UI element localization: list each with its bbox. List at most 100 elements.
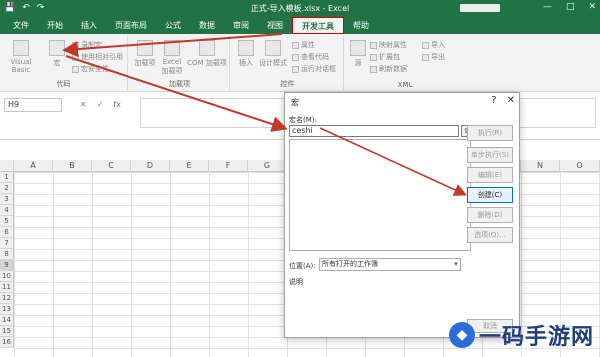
watermark-logo-icon: ◆	[448, 322, 475, 348]
run-dialog-icon	[292, 65, 299, 73]
formula-controls: ✕ ✓ fx	[80, 100, 121, 109]
properties-icon	[292, 41, 299, 49]
dialog-title: 宏	[291, 98, 299, 107]
dialog-close-button[interactable]: ✕	[507, 95, 515, 106]
delete-button[interactable]: 删除(D)	[467, 207, 513, 223]
row-header[interactable]: 10	[0, 271, 14, 282]
row-header[interactable]: 12	[0, 293, 14, 304]
insert-control-button[interactable]: 插入	[236, 40, 256, 68]
row-header[interactable]: 7	[0, 238, 14, 249]
xml-group-label: XML	[397, 81, 413, 89]
tab-page-layout[interactable]: 页面布局	[106, 17, 156, 34]
tab-help[interactable]: 帮助	[344, 17, 378, 34]
addins-button[interactable]: 加载项	[134, 40, 156, 68]
addins-icon	[137, 40, 153, 56]
record-macro-button[interactable]: 录制宏	[72, 40, 102, 50]
column-header[interactable]: A	[14, 160, 53, 172]
macros-icon	[49, 40, 65, 56]
insert-control-icon	[238, 40, 254, 56]
refresh-icon	[370, 65, 377, 73]
map-properties-icon	[370, 41, 377, 49]
create-button[interactable]: 创建(C)	[467, 187, 513, 203]
step-into-button[interactable]: 单步执行(S)	[467, 147, 513, 163]
row-header[interactable]: 11	[0, 282, 14, 293]
column-header[interactable]: G	[248, 160, 287, 172]
run-dialog-button[interactable]: 运行对话框	[292, 64, 336, 74]
macro-name-input[interactable]: ceshi	[289, 125, 459, 137]
expansion-packs-button[interactable]: 扩展包	[370, 52, 400, 62]
select-all-corner[interactable]	[0, 160, 14, 172]
tab-view[interactable]: 视图	[258, 17, 292, 34]
chevron-down-icon[interactable]: ▾	[451, 258, 461, 271]
design-mode-button[interactable]: 设计模式	[258, 40, 288, 68]
title-bar: 💾 ↶ ↷ 正式-导入模板.xlsx - Excel — □ ✕	[0, 0, 600, 17]
help-button[interactable]: ?	[491, 95, 496, 106]
com-addins-button[interactable]: COM 加载项	[186, 40, 228, 68]
row-header[interactable]: 6	[0, 227, 14, 238]
expansion-icon	[370, 53, 377, 61]
record-icon	[72, 41, 79, 49]
import-icon	[422, 41, 429, 49]
column-header[interactable]: B	[53, 160, 92, 172]
ribbon: Visual Basic 宏 录制宏 使用相对引用 宏安全性 代码 加载项 Ex…	[0, 34, 600, 92]
watermark-text: 一码手游网	[478, 325, 594, 350]
maximize-button[interactable]: □	[566, 2, 575, 12]
column-header[interactable]: O	[560, 160, 600, 172]
column-header[interactable]: N	[521, 160, 560, 172]
user-account[interactable]	[460, 4, 500, 12]
location-select[interactable]: 所有打开的工作簿	[319, 258, 461, 271]
xml-source-button[interactable]: 源	[350, 40, 366, 68]
tab-review[interactable]: 审阅	[224, 17, 258, 34]
map-properties-button[interactable]: 映射属性	[370, 40, 407, 50]
tab-file[interactable]: 文件	[4, 17, 38, 34]
options-button[interactable]: 选项(O)...	[467, 227, 513, 243]
macros-button[interactable]: 宏	[46, 40, 68, 68]
dialog-title-controls: ? ✕	[491, 95, 515, 106]
com-addins-icon	[199, 40, 215, 56]
cancel-formula-icon[interactable]: ✕	[80, 100, 87, 109]
minimize-button[interactable]: —	[543, 2, 552, 12]
close-button[interactable]: ✕	[588, 2, 596, 12]
macro-list[interactable]	[289, 139, 471, 251]
tab-developer[interactable]: 开发工具	[292, 17, 344, 34]
visual-basic-button[interactable]: Visual Basic	[4, 40, 38, 74]
row-header[interactable]: 9	[0, 260, 14, 271]
view-code-button[interactable]: 查看代码	[292, 52, 329, 62]
row-header[interactable]: 14	[0, 315, 14, 326]
edit-button[interactable]: 编辑(E)	[467, 167, 513, 183]
export-button[interactable]: 导出	[422, 52, 445, 62]
tab-home[interactable]: 开始	[38, 17, 72, 34]
row-header[interactable]: 8	[0, 249, 14, 260]
row-header[interactable]: 2	[0, 183, 14, 194]
row-header[interactable]: 13	[0, 304, 14, 315]
properties-button[interactable]: 属性	[292, 40, 315, 50]
ribbon-tabs: 文件 开始 插入 页面布局 公式 数据 审阅 视图 开发工具 帮助	[0, 17, 600, 34]
row-header[interactable]: 15	[0, 326, 14, 337]
import-button[interactable]: 导入	[422, 40, 445, 50]
refresh-data-button[interactable]: 刷新数据	[370, 64, 407, 74]
tab-data[interactable]: 数据	[190, 17, 224, 34]
row-header[interactable]: 4	[0, 205, 14, 216]
row-header[interactable]: 5	[0, 216, 14, 227]
column-header[interactable]: D	[131, 160, 170, 172]
run-button[interactable]: 执行(R)	[467, 125, 513, 141]
column-header[interactable]: C	[92, 160, 131, 172]
row-header[interactable]: 1	[0, 172, 14, 183]
addins-group: 加载项 Excel 加载项 COM 加载项 加载项	[130, 36, 230, 90]
relative-reference-button[interactable]: 使用相对引用	[72, 52, 123, 62]
insert-function-icon[interactable]: fx	[113, 100, 121, 109]
enter-formula-icon[interactable]: ✓	[97, 100, 104, 109]
tab-formulas[interactable]: 公式	[156, 17, 190, 34]
warning-icon	[72, 65, 79, 73]
name-box[interactable]: H9	[4, 98, 62, 112]
column-header[interactable]: F	[209, 160, 248, 172]
view-code-icon	[292, 53, 299, 61]
excel-addins-button[interactable]: Excel 加载项	[160, 40, 184, 76]
code-group-label: 代码	[56, 80, 71, 88]
row-header[interactable]: 16	[0, 337, 14, 348]
export-icon	[422, 53, 429, 61]
macro-security-button[interactable]: 宏安全性	[72, 64, 109, 74]
column-header[interactable]: E	[170, 160, 209, 172]
tab-insert[interactable]: 插入	[72, 17, 106, 34]
row-header[interactable]: 3	[0, 194, 14, 205]
